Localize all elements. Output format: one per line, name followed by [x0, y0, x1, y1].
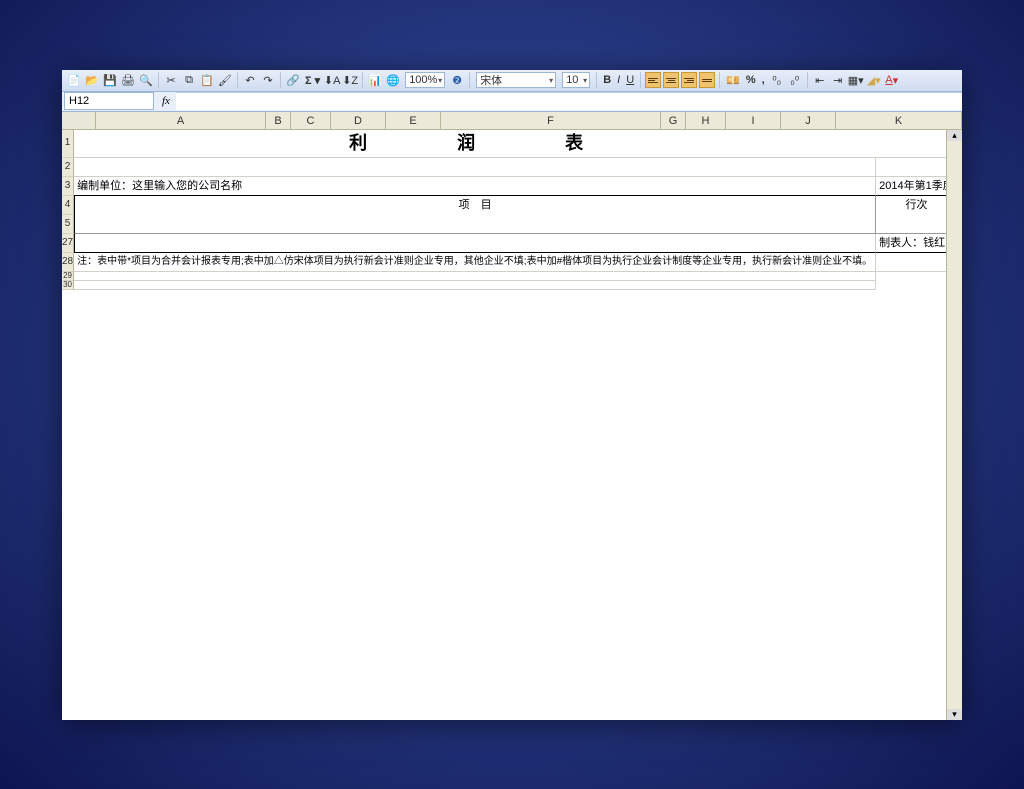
- row-header[interactable]: 2: [62, 158, 74, 177]
- currency-button[interactable]: 💴: [724, 74, 742, 87]
- row-header[interactable]: 30: [62, 281, 74, 290]
- paste-icon[interactable]: 📋: [199, 72, 215, 88]
- sum-icon[interactable]: Σ ▾: [303, 74, 322, 87]
- help-icon[interactable]: ❷: [449, 72, 465, 88]
- note-cell[interactable]: 注：表中带*项目为合并会计报表专用;表中加△仿宋体项目为执行新会计准则企业专用，…: [74, 253, 876, 272]
- new-icon[interactable]: 📄: [66, 72, 82, 88]
- col-header-D[interactable]: D: [331, 112, 386, 129]
- function-icon[interactable]: 🌐: [385, 72, 401, 88]
- font-color-icon[interactable]: A▾: [884, 72, 900, 88]
- col-header-A[interactable]: A: [96, 112, 266, 129]
- align-center-button[interactable]: [663, 72, 679, 88]
- bold-button[interactable]: B: [601, 74, 613, 86]
- sheet-body: 1 利 润 表 2 02表 3 编制单位：这里输入您的公司名称 2014年第1季…: [62, 130, 962, 720]
- cut-icon[interactable]: ✂: [163, 72, 179, 88]
- merge-button[interactable]: [699, 72, 715, 88]
- percent-button[interactable]: %: [744, 74, 758, 86]
- print-icon[interactable]: 🖨: [120, 72, 136, 88]
- name-box[interactable]: H12: [64, 92, 154, 110]
- col-header-F[interactable]: F: [441, 112, 661, 129]
- row-header[interactable]: 1: [62, 130, 74, 158]
- undo-icon[interactable]: ↶: [242, 72, 258, 88]
- vertical-scrollbar[interactable]: [946, 130, 962, 720]
- borders-icon[interactable]: ▦▾: [848, 72, 864, 88]
- col-header-I[interactable]: I: [726, 112, 781, 129]
- font-size-combo[interactable]: 10: [562, 72, 590, 88]
- preview-icon[interactable]: 🔍: [138, 72, 154, 88]
- increase-decimal-icon[interactable]: ⁰₀: [769, 72, 785, 88]
- column-headers: A B C D E F G H I J K: [62, 112, 962, 130]
- col-header-G[interactable]: G: [661, 112, 686, 129]
- link-icon[interactable]: 🔗: [285, 72, 301, 88]
- fill-color-icon[interactable]: ◢▾: [866, 72, 882, 88]
- hdr-item[interactable]: 项 目: [74, 196, 876, 215]
- align-right-button[interactable]: [681, 72, 697, 88]
- font-name-combo[interactable]: 宋体: [476, 72, 556, 88]
- company-cell[interactable]: 编制单位：这里输入您的公司名称: [74, 177, 876, 196]
- col-header-J[interactable]: J: [781, 112, 836, 129]
- copy-icon[interactable]: ⧉: [181, 72, 197, 88]
- open-icon[interactable]: 📂: [84, 72, 100, 88]
- decrease-decimal-icon[interactable]: ₀⁰: [787, 72, 803, 88]
- align-left-button[interactable]: [645, 72, 661, 88]
- col-header-E[interactable]: E: [386, 112, 441, 129]
- increase-indent-icon[interactable]: ⇥: [830, 72, 846, 88]
- underline-button[interactable]: U: [624, 74, 636, 86]
- decrease-indent-icon[interactable]: ⇤: [812, 72, 828, 88]
- sort-asc-icon[interactable]: ⬇A: [324, 72, 340, 88]
- comma-button[interactable]: ,: [760, 74, 767, 86]
- italic-button[interactable]: I: [615, 74, 622, 86]
- title-cell[interactable]: 利 润 表: [74, 130, 876, 158]
- redo-icon[interactable]: ↷: [260, 72, 276, 88]
- formula-input[interactable]: [176, 92, 962, 110]
- formula-bar: H12 fx: [62, 92, 962, 112]
- toolbar: 📄 📂 💾 🖨 🔍 ✂ ⧉ 📋 🖌 ↶ ↷ 🔗 Σ ▾ ⬇A ⬇Z 📊 🌐 10…: [62, 70, 962, 92]
- save-icon[interactable]: 💾: [102, 72, 118, 88]
- row-header[interactable]: 27: [62, 234, 74, 253]
- sort-desc-icon[interactable]: ⬇Z: [342, 72, 358, 88]
- row-header[interactable]: 5: [62, 215, 74, 234]
- zoom-combo[interactable]: 100%: [405, 72, 445, 88]
- fx-label[interactable]: fx: [156, 95, 176, 107]
- col-header-H[interactable]: H: [686, 112, 726, 129]
- col-header-B[interactable]: B: [266, 112, 291, 129]
- excel-window: 📄 📂 💾 🖨 🔍 ✂ ⧉ 📋 🖌 ↶ ↷ 🔗 Σ ▾ ⬇A ⬇Z 📊 🌐 10…: [62, 70, 962, 720]
- format-painter-icon[interactable]: 🖌: [217, 72, 233, 88]
- row-header[interactable]: 28: [62, 253, 74, 272]
- row-header[interactable]: 3: [62, 177, 74, 196]
- col-header-K[interactable]: K: [836, 112, 962, 129]
- row-header[interactable]: 4: [62, 196, 74, 215]
- chart-icon[interactable]: 📊: [367, 72, 383, 88]
- select-all-corner[interactable]: [62, 112, 96, 129]
- col-header-C[interactable]: C: [291, 112, 331, 129]
